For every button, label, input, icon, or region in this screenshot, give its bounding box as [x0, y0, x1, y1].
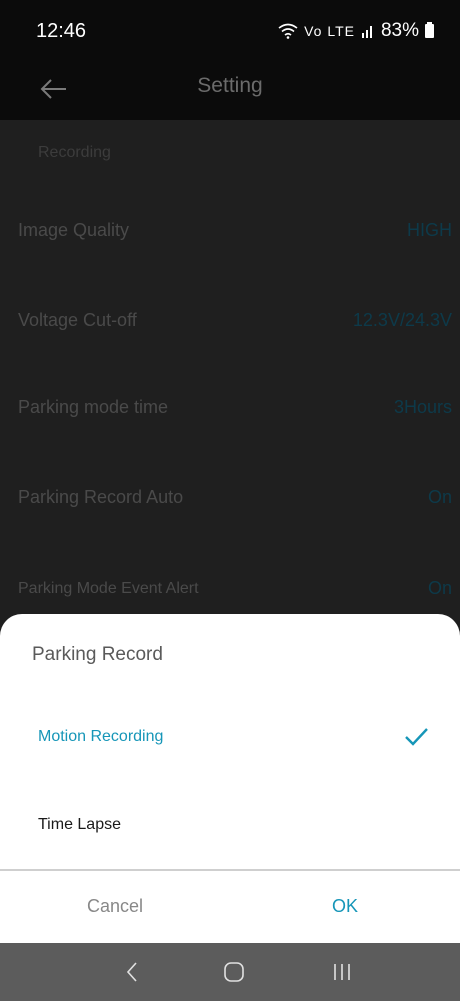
setting-label: Parking mode time — [18, 397, 169, 417]
setting-label: Image Quality — [18, 220, 130, 240]
setting-row-parking-record-auto[interactable]: Parking Record Auto On — [0, 477, 460, 521]
sheet-title: Parking Record — [32, 644, 163, 665]
option-motion-recording[interactable]: Motion Recording — [0, 708, 460, 768]
recent-apps-icon — [334, 964, 350, 980]
signal-icon — [361, 26, 372, 38]
volte-indicator: Vo LTE — [304, 23, 355, 39]
setting-value: On — [427, 578, 452, 598]
cancel-button[interactable]: Cancel — [0, 884, 230, 928]
chevron-left-icon — [126, 962, 137, 982]
battery-icon — [425, 22, 434, 38]
status-bar: 12:46 Vo LTE 83% — [0, 0, 460, 60]
setting-value: 3Hours — [393, 397, 452, 417]
setting-row-parking-mode-time[interactable]: Parking mode time 3Hours — [0, 387, 460, 431]
setting-row-voltage-cutoff[interactable]: Voltage Cut-off 12.3V/24.3V — [0, 300, 460, 344]
option-label: Motion Recording — [38, 728, 164, 745]
setting-label: Parking Mode Event Alert — [18, 580, 199, 597]
setting-value: 12.3V/24.3V — [352, 310, 452, 330]
parking-record-sheet: Parking Record Motion Recording Time Lap… — [0, 614, 460, 943]
setting-label: Parking Record Auto — [18, 487, 184, 507]
battery-percent: 83% — [380, 20, 419, 41]
setting-row-image-quality[interactable]: Image Quality HIGH — [0, 210, 460, 254]
option-label: Time Lapse — [38, 816, 121, 833]
app-header: Setting — [0, 60, 460, 120]
page-title: Setting — [197, 74, 263, 97]
sheet-divider — [0, 869, 460, 871]
status-time: 12:46 — [36, 20, 87, 42]
nav-back-button[interactable] — [112, 955, 152, 989]
status-indicators: Vo LTE 83% — [278, 20, 434, 42]
system-nav-bar — [0, 943, 460, 1001]
setting-value: HIGH — [407, 220, 452, 240]
section-label-recording: Recording — [38, 144, 111, 161]
ok-button[interactable]: OK — [230, 884, 460, 928]
nav-home-button[interactable] — [214, 955, 254, 989]
setting-label: Voltage Cut-off — [18, 310, 137, 330]
setting-row-parking-event-alert[interactable]: Parking Mode Event Alert On — [0, 568, 460, 612]
home-icon — [224, 962, 244, 982]
setting-value: On — [427, 487, 452, 507]
wifi-icon — [278, 23, 298, 39]
nav-recents-button[interactable] — [322, 955, 362, 989]
checkmark-icon — [405, 728, 428, 746]
app-screen: 12:46 Vo LTE 83% Setting Recording Image… — [0, 0, 460, 1001]
option-time-lapse[interactable]: Time Lapse — [0, 796, 460, 856]
